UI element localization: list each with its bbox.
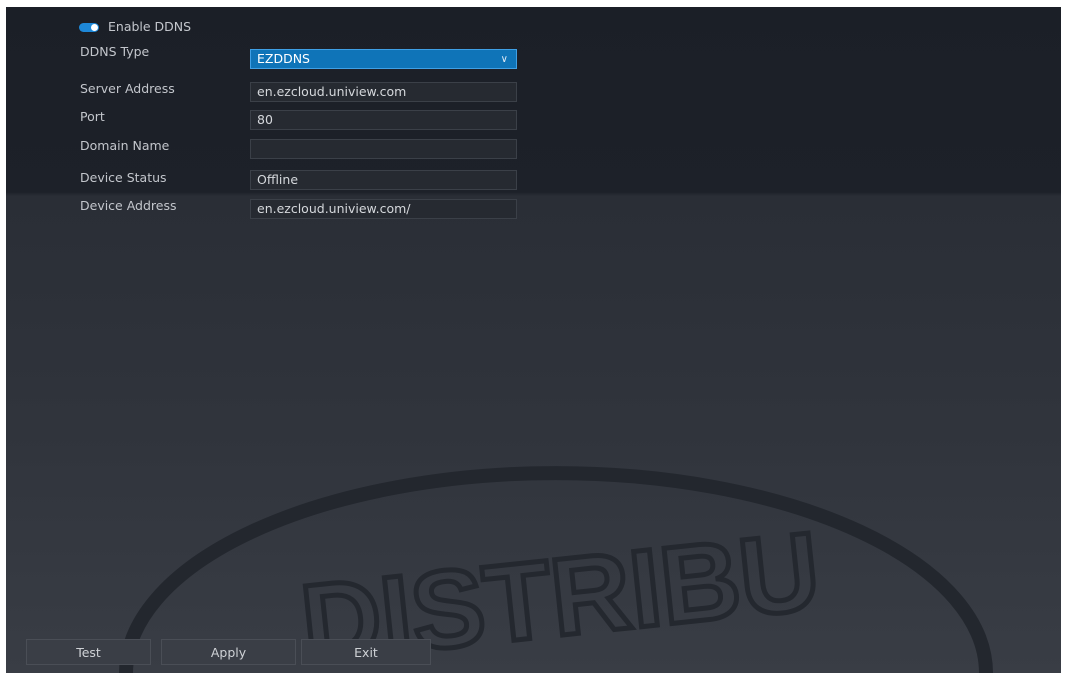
device-address-field: en.ezcloud.uniview.com/: [250, 199, 517, 219]
ddns-type-dropdown[interactable]: EZDDNS ∨: [250, 49, 517, 69]
device-status-field: Offline: [250, 170, 517, 190]
port-label: Port: [80, 109, 105, 124]
server-address-label: Server Address: [80, 81, 175, 96]
device-status-label: Device Status: [80, 170, 167, 185]
screen: Enable DDNS DDNS Type EZDDNS ∨ Server Ad…: [0, 0, 1070, 674]
exit-button[interactable]: Exit: [301, 639, 431, 665]
domain-name-field[interactable]: [250, 139, 517, 159]
chevron-down-icon: ∨: [500, 54, 508, 65]
port-field[interactable]: 80: [250, 110, 517, 130]
device-address-label: Device Address: [80, 198, 177, 213]
enable-ddns-label[interactable]: Enable DDNS: [108, 19, 191, 35]
domain-name-label: Domain Name: [80, 138, 170, 153]
toggle-knob: [91, 24, 98, 31]
enable-ddns-toggle[interactable]: [79, 23, 99, 32]
ddns-settings-panel: Enable DDNS DDNS Type EZDDNS ∨ Server Ad…: [6, 7, 1061, 673]
ddns-type-label: DDNS Type: [80, 44, 150, 59]
ddns-type-value: EZDDNS: [257, 51, 310, 66]
watermark: DISTRIBU: [119, 466, 993, 673]
test-button[interactable]: Test: [26, 639, 151, 665]
server-address-field[interactable]: en.ezcloud.uniview.com: [250, 82, 517, 102]
apply-button[interactable]: Apply: [161, 639, 296, 665]
